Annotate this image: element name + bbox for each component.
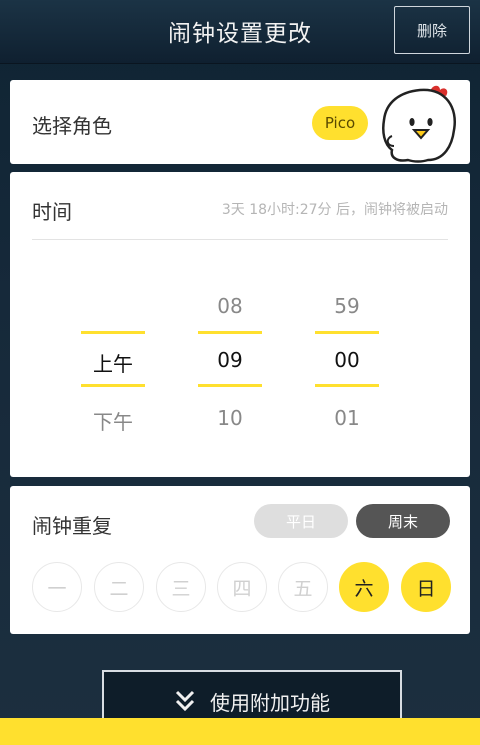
time-label: 时间	[32, 200, 72, 224]
hour-selected: 09	[217, 348, 243, 372]
day-sun[interactable]: 日	[401, 562, 451, 612]
minute-next: 01	[334, 406, 360, 430]
hour-picker[interactable]: 08 09 10	[198, 282, 262, 442]
ampm-picker[interactable]: 上午 下午	[81, 282, 145, 442]
picker-highlight-bottom	[315, 384, 379, 387]
weekday-toggle[interactable]: 平日	[254, 504, 348, 538]
character-card[interactable]: 选择角色 Pico	[10, 80, 470, 164]
picker-highlight-top	[315, 331, 379, 334]
day-wed[interactable]: 三	[156, 562, 206, 612]
day-sat[interactable]: 六	[339, 562, 389, 612]
weekend-toggle[interactable]: 周末	[356, 504, 450, 538]
double-chevron-down-icon	[175, 690, 195, 712]
ampm-selected: 上午	[93, 352, 133, 376]
minute-prev: 59	[334, 294, 360, 318]
character-label: 选择角色	[32, 114, 112, 138]
countdown-text: 3天 18小时:27分 后，闹钟将被启动	[221, 202, 448, 218]
hour-prev: 08	[217, 294, 243, 318]
picker-highlight-bottom	[198, 384, 262, 387]
app-header: 闹钟设置更改 删除	[0, 0, 480, 64]
character-badge[interactable]: Pico	[312, 106, 368, 140]
delete-button[interactable]: 删除	[394, 6, 470, 54]
day-fri[interactable]: 五	[278, 562, 328, 612]
minute-selected: 00	[334, 348, 360, 372]
bottom-accent-bar	[0, 718, 480, 745]
chick-mascot-icon[interactable]	[370, 80, 470, 164]
minute-picker[interactable]: 59 00 01	[315, 282, 379, 442]
picker-highlight-top	[198, 331, 262, 334]
ampm-next: 下午	[93, 410, 133, 434]
time-card: 时间 3天 18小时:27分 后，闹钟将被启动 上午 下午 08 09 10 5…	[10, 172, 470, 477]
picker-highlight-top	[81, 331, 145, 334]
picker-highlight-bottom	[81, 384, 145, 387]
divider	[32, 239, 448, 240]
hour-next: 10	[217, 406, 243, 430]
repeat-label: 闹钟重复	[32, 514, 112, 538]
addon-features-label: 使用附加功能	[210, 690, 330, 715]
day-tue[interactable]: 二	[94, 562, 144, 612]
day-mon[interactable]: 一	[32, 562, 82, 612]
day-thu[interactable]: 四	[217, 562, 267, 612]
repeat-card: 闹钟重复 平日 周末 一 二 三 四 五 六 日	[10, 486, 470, 634]
